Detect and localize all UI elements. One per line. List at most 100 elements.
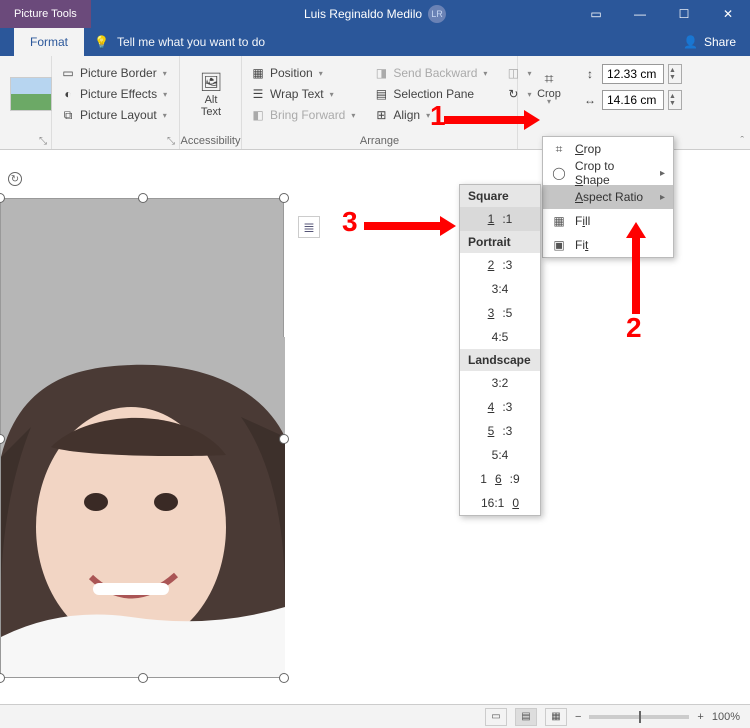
width-input-row: ↔ ▲▼ <box>582 90 682 110</box>
width-spinner[interactable]: ▲▼ <box>668 90 682 110</box>
crop-icon: ⌗ <box>541 72 557 88</box>
view-web-layout[interactable]: ▦ <box>545 708 567 726</box>
align-icon: ⊞ <box>373 107 389 123</box>
document-title-text: Luis Reginaldo Medilo <box>304 7 422 21</box>
selection-handle[interactable] <box>279 193 289 203</box>
minimize-button[interactable]: — <box>618 0 662 28</box>
zoom-out-button[interactable]: − <box>575 711 581 723</box>
send-backward-icon: ◨ <box>373 65 389 81</box>
effects-icon: ◐ <box>60 86 76 102</box>
height-input[interactable] <box>602 64 664 84</box>
close-button[interactable]: ✕ <box>706 0 750 28</box>
crop-menu-fit[interactable]: ▣Fit <box>543 233 673 257</box>
aspect-4-3[interactable]: 4:3 <box>460 395 540 419</box>
avatar[interactable]: LR <box>428 5 446 23</box>
status-bar: ▭ ▤ ▦ − + 100% <box>0 704 750 728</box>
crop-menu-fill[interactable]: ▦Fill <box>543 209 673 233</box>
selection-handle[interactable] <box>279 434 289 444</box>
context-tab-picture-tools: Picture Tools <box>0 0 91 28</box>
alt-text-button[interactable]: 🖼 Alt Text <box>186 60 236 132</box>
aspect-5-4[interactable]: 5:4 <box>460 443 540 467</box>
crop-menu-crop[interactable]: ⌗Crop <box>543 137 673 161</box>
width-input[interactable] <box>602 90 664 110</box>
ribbon-collapse-icon[interactable]: ˆ <box>740 135 744 147</box>
shape-icon: ◯ <box>551 166 567 180</box>
maximize-button[interactable]: ☐ <box>662 0 706 28</box>
alt-text-label: Alt Text <box>201 94 221 118</box>
selection-handle[interactable] <box>138 193 148 203</box>
picture-layout-button[interactable]: ⧉ Picture Layout▾ <box>58 106 173 124</box>
arrange-group-label: Arrange <box>242 135 517 147</box>
align-label: Align <box>393 108 420 122</box>
picture-border-button[interactable]: ▭ Picture Border▾ <box>58 64 173 82</box>
picture-styles-dialog-launcher[interactable]: ⤡ <box>167 136 175 147</box>
aspect-3-5[interactable]: 3:5 <box>460 301 540 325</box>
tab-format[interactable]: Format <box>14 28 84 56</box>
selection-handle[interactable] <box>0 193 5 203</box>
zoom-slider[interactable] <box>589 715 689 719</box>
adjust-dialog-launcher[interactable]: ⤡ <box>39 136 47 147</box>
annotation-number-2: 2 <box>626 312 642 344</box>
height-spinner[interactable]: ▲▼ <box>668 64 682 84</box>
ribbon-display-options-icon[interactable]: ▭ <box>574 0 618 28</box>
alt-text-icon: 🖼 <box>203 74 219 90</box>
crop-button[interactable]: ⌗ Crop ▾ <box>524 64 574 108</box>
crop-dropdown-caret[interactable]: ▾ <box>547 97 551 106</box>
view-read-mode[interactable]: ▭ <box>485 708 507 726</box>
bring-forward-label: Bring Forward <box>270 108 345 122</box>
aspect-16-9[interactable]: 16:9 <box>460 467 540 491</box>
selection-pane-label: Selection Pane <box>393 87 474 101</box>
photo-content <box>1 337 285 677</box>
share-icon: 👤 <box>683 35 698 49</box>
crop-dropdown-menu: ⌗Crop ◯Crop to Shape▸ Aspect Ratio▸ ▦Fil… <box>542 136 674 258</box>
accessibility-group-label: Accessibility <box>180 135 241 147</box>
aspect-16-10[interactable]: 16:10 <box>460 491 540 515</box>
aspect-header-square: Square <box>460 185 540 207</box>
height-input-row: ↕ ▲▼ <box>582 64 682 84</box>
aspect-ratio-submenu: Square 1:1 Portrait 2:3 3:4 3:5 4:5 Land… <box>459 184 541 516</box>
aspect-3-2[interactable]: 3:2 <box>460 371 540 395</box>
zoom-level[interactable]: 100% <box>712 711 740 723</box>
layout-options-button[interactable]: ≣ <box>298 216 320 238</box>
crop-menu-aspect-ratio[interactable]: Aspect Ratio▸ <box>543 185 673 209</box>
share-button[interactable]: 👤 Share <box>669 35 750 49</box>
picture-effects-label: Picture Effects <box>80 87 157 101</box>
zoom-in-button[interactable]: + <box>697 711 703 723</box>
view-print-layout[interactable]: ▤ <box>515 708 537 726</box>
selected-picture[interactable] <box>0 198 284 678</box>
chevron-right-icon: ▸ <box>660 168 665 179</box>
picture-border-label: Picture Border <box>80 66 157 80</box>
border-icon: ▭ <box>60 65 76 81</box>
aspect-2-3[interactable]: 2:3 <box>460 253 540 277</box>
selection-handle[interactable] <box>279 673 289 683</box>
picture-layout-label: Picture Layout <box>80 108 157 122</box>
chevron-right-icon: ▸ <box>660 192 665 203</box>
title-bar: Picture Tools Luis Reginaldo Medilo LR ▭… <box>0 0 750 28</box>
tell-me-placeholder: Tell me what you want to do <box>117 35 265 49</box>
wrap-icon: ☰ <box>250 86 266 102</box>
position-button[interactable]: ▦Position▾ <box>248 64 357 82</box>
annotation-number-3: 3 <box>342 206 358 238</box>
selection-handle[interactable] <box>138 673 148 683</box>
bring-forward-button[interactable]: ◧Bring Forward▾ <box>248 106 357 124</box>
crop-menu-crop-to-shape[interactable]: ◯Crop to Shape▸ <box>543 161 673 185</box>
tell-me-search[interactable]: 💡 Tell me what you want to do <box>84 35 275 49</box>
ribbon-tabs: Format 💡 Tell me what you want to do 👤 S… <box>0 28 750 56</box>
aspect-4-5[interactable]: 4:5 <box>460 325 540 349</box>
rotate-handle[interactable]: ↻ <box>8 172 22 186</box>
share-label: Share <box>704 35 736 49</box>
width-icon: ↔ <box>582 92 598 108</box>
picture-effects-button[interactable]: ◐ Picture Effects▾ <box>58 85 173 103</box>
aspect-3-4[interactable]: 3:4 <box>460 277 540 301</box>
selection-handle[interactable] <box>0 673 5 683</box>
send-backward-button[interactable]: ◨Send Backward▾ <box>371 64 489 82</box>
send-backward-label: Send Backward <box>393 66 477 80</box>
lightbulb-icon: 💡 <box>94 35 109 49</box>
annotation-number-1: 1 <box>430 100 446 132</box>
height-icon: ↕ <box>582 66 598 82</box>
bring-forward-icon: ◧ <box>250 107 266 123</box>
wrap-text-button[interactable]: ☰Wrap Text▾ <box>248 85 357 103</box>
corrections-gallery[interactable] <box>6 60 56 132</box>
aspect-1-1[interactable]: 1:1 <box>460 207 540 231</box>
aspect-5-3[interactable]: 5:3 <box>460 419 540 443</box>
